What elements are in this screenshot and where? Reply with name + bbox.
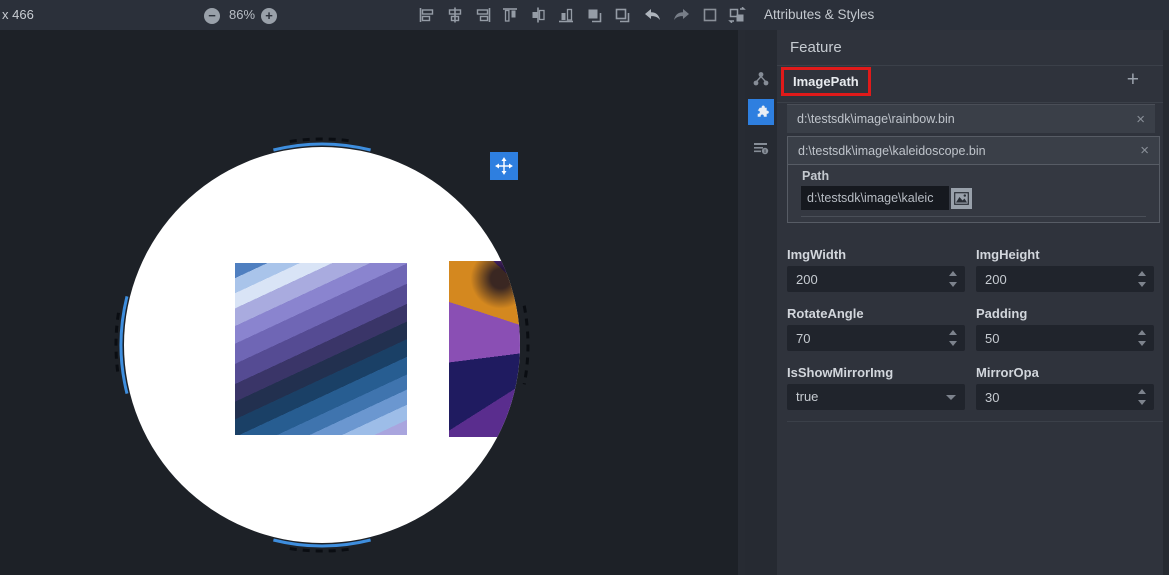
chevron-down-icon [946, 395, 956, 400]
imagepath-label-highlighted: ImagePath [781, 67, 871, 96]
redo-icon[interactable] [672, 7, 692, 23]
selection-box-icon[interactable] [702, 7, 718, 23]
path-value: d:\testsdk\image\kaleidoscope.bin [798, 137, 986, 165]
attributes-panel: i Feature ImagePath + d:\testsdk\image\r… [745, 30, 1169, 575]
send-to-back-icon[interactable] [614, 7, 632, 23]
rainbow-image [235, 263, 407, 435]
property-label: IsShowMirrorImg [787, 365, 965, 380]
spinner-arrows[interactable] [948, 329, 958, 347]
imgwidth-stepper[interactable] [787, 266, 965, 292]
path-list-item[interactable]: d:\testsdk\image\rainbow.bin × [787, 104, 1155, 133]
puzzle-icon[interactable] [748, 99, 774, 125]
align-right-icon[interactable] [474, 7, 492, 23]
property-label: MirrorOpa [976, 365, 1154, 380]
panel-icon-strip: i [745, 30, 777, 575]
spinner-arrows[interactable] [1137, 270, 1147, 288]
add-path-button[interactable]: + [1127, 69, 1139, 91]
property-label: ImgWidth [787, 247, 965, 262]
padding-stepper[interactable] [976, 325, 1154, 351]
bring-to-front-icon[interactable] [586, 7, 604, 23]
panel-scrollbar[interactable] [1163, 30, 1169, 575]
rotateangle-input[interactable] [787, 326, 937, 350]
path-item-header[interactable]: d:\testsdk\image\kaleidoscope.bin × [788, 137, 1159, 165]
align-middle-vertical-icon[interactable] [530, 7, 548, 23]
isshowmirrorimg-select[interactable]: true [787, 384, 965, 410]
rotateangle-stepper[interactable] [787, 325, 965, 351]
move-handle[interactable] [490, 152, 518, 180]
path-input[interactable] [801, 186, 949, 210]
nodes-icon[interactable] [748, 66, 774, 92]
path-list-item-expanded: d:\testsdk\image\kaleidoscope.bin × Path [787, 136, 1160, 223]
panel-title: Attributes & Styles [764, 0, 874, 30]
image-picker-button[interactable] [951, 188, 972, 209]
mirroropa-stepper[interactable] [976, 384, 1154, 410]
zoom-out-button[interactable]: − [204, 8, 220, 24]
remove-path-button[interactable]: × [1140, 137, 1149, 165]
imagepath-property-row: ImagePath + [777, 66, 1163, 103]
imgheight-input[interactable] [976, 267, 1126, 291]
zoom-in-button[interactable]: + [261, 8, 277, 24]
spinner-arrows[interactable] [1137, 329, 1147, 347]
canvas-scrollbar[interactable] [738, 30, 745, 575]
undo-icon[interactable] [642, 7, 662, 23]
mirroropa-input[interactable] [976, 385, 1126, 409]
align-top-icon[interactable] [502, 7, 520, 23]
feature-panel: Feature ImagePath + d:\testsdk\image\rai… [777, 30, 1169, 575]
imgwidth-input[interactable] [787, 267, 937, 291]
kaleidoscope-image [449, 261, 520, 437]
alignment-toolbar [418, 7, 746, 23]
align-bottom-icon[interactable] [558, 7, 576, 23]
transform-icon[interactable] [728, 7, 746, 23]
property-label: RotateAngle [787, 306, 965, 321]
zoom-level-label: 86% [224, 0, 260, 30]
spinner-arrows[interactable] [1137, 388, 1147, 406]
select-value: true [796, 389, 818, 404]
align-left-icon[interactable] [418, 7, 436, 23]
padding-input[interactable] [976, 326, 1126, 350]
path-field-label: Path [802, 169, 829, 183]
section-title: Feature [777, 30, 1163, 66]
divider [801, 216, 1146, 217]
app-window: x 466 − 86% + Attributes & Styles [0, 0, 1169, 575]
align-center-horizontal-icon[interactable] [446, 7, 464, 23]
path-value: d:\testsdk\image\rainbow.bin [797, 105, 955, 134]
top-toolbar: x 466 − 86% + Attributes & Styles [0, 0, 1169, 30]
property-label: Padding [976, 306, 1154, 321]
canvas-size-label: x 466 [2, 0, 34, 30]
design-canvas[interactable] [0, 30, 745, 575]
form-info-icon[interactable]: i [748, 135, 774, 161]
remove-path-button[interactable]: × [1136, 105, 1145, 134]
spinner-arrows[interactable] [948, 270, 958, 288]
image-icon [954, 192, 969, 205]
move-arrows-icon [494, 156, 514, 176]
circle-widget[interactable] [124, 147, 520, 543]
divider [787, 421, 1163, 422]
imgheight-stepper[interactable] [976, 266, 1154, 292]
property-label: ImgHeight [976, 247, 1154, 262]
